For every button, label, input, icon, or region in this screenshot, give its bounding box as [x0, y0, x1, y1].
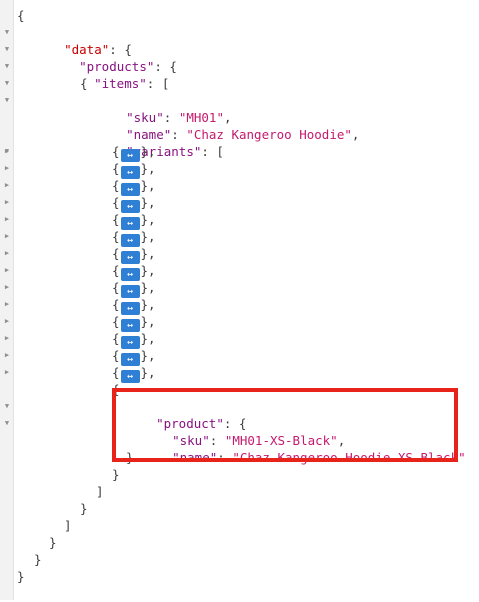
json-line: }	[0, 500, 479, 517]
expand-toggle-icon[interactable]: ▶	[3, 313, 11, 330]
json-line-collapsed-variant: ▶{↔},	[3, 245, 156, 264]
json-line: ]	[0, 517, 479, 534]
expand-toggle-icon[interactable]: ▶	[3, 364, 11, 381]
items-close-bracket: ]	[64, 518, 72, 533]
json-line-collapsed-variant: ▶{↔},	[3, 177, 156, 196]
expand-toggle-icon[interactable]: ▶	[3, 228, 11, 245]
json-line: ▼ "variants": [	[0, 126, 479, 159]
expand-toggle-icon[interactable]: ▶	[3, 296, 11, 313]
json-line: }	[0, 466, 479, 483]
root-close-brace: }	[17, 569, 25, 584]
json-line-collapsed-variant: ▶{↔},	[3, 194, 156, 213]
json-line-collapsed-variant: ▶{↔},	[3, 211, 156, 230]
json-line: }	[0, 534, 479, 551]
json-line-collapsed-variant: ▶{↔},	[3, 262, 156, 281]
expand-toggle-icon[interactable]: ▶	[3, 143, 11, 160]
json-line: ▼ "products": {	[0, 41, 479, 74]
json-line-collapsed-variant: ▶{↔},	[3, 143, 156, 162]
json-line-collapsed-variant: ▶{↔},	[3, 228, 156, 247]
variants-close-bracket: ]	[96, 484, 104, 499]
item-open-brace: {	[80, 76, 88, 91]
expand-toggle-icon[interactable]: ▶	[3, 211, 11, 228]
json-line: ▼ {	[0, 7, 479, 36]
json-line: ]	[0, 483, 479, 500]
json-line: ▼ "data": {	[0, 24, 479, 57]
json-line: }	[0, 551, 479, 568]
json-line-collapsed-variant: ▶{↔},	[3, 330, 156, 349]
variant-close-brace: }	[112, 467, 120, 482]
json-line-collapsed-variant: ▶{↔},	[3, 313, 156, 332]
expand-toggle-icon[interactable]: ▶	[3, 194, 11, 211]
expand-toggle-icon[interactable]: ▶	[3, 262, 11, 279]
data-close-brace: }	[34, 552, 42, 567]
json-line: }	[0, 568, 479, 585]
highlight-box	[112, 388, 458, 462]
root-open-brace: {	[17, 8, 25, 23]
json-line-collapsed-variant: ▶{↔},	[3, 364, 156, 383]
json-line: "sku": "MH01",	[126, 110, 232, 125]
item-close-brace: }	[80, 501, 88, 516]
json-line-collapsed-variant: ▶{↔},	[3, 296, 156, 315]
products-close-brace: }	[49, 535, 57, 550]
expand-toggle-icon[interactable]: ▶	[3, 177, 11, 194]
expand-toggle-icon[interactable]: ▶	[3, 279, 11, 296]
json-line-collapsed-variant: ▶{↔},	[3, 279, 156, 298]
expand-toggle-icon[interactable]: ▶	[3, 330, 11, 347]
json-line-collapsed-variant: ▶{↔},	[3, 347, 156, 366]
json-line-collapsed-variant: ▶{↔},	[3, 160, 156, 179]
json-line: "name": "Chaz Kangeroo Hoodie",	[126, 127, 360, 142]
json-line: ▼ "items": [	[0, 58, 479, 91]
expand-toggle-icon[interactable]: ▶	[3, 347, 11, 364]
expand-toggle-icon[interactable]: ▶	[3, 160, 11, 177]
json-line: ▼ {	[0, 75, 479, 104]
expand-toggle-icon[interactable]: ▶	[3, 245, 11, 262]
